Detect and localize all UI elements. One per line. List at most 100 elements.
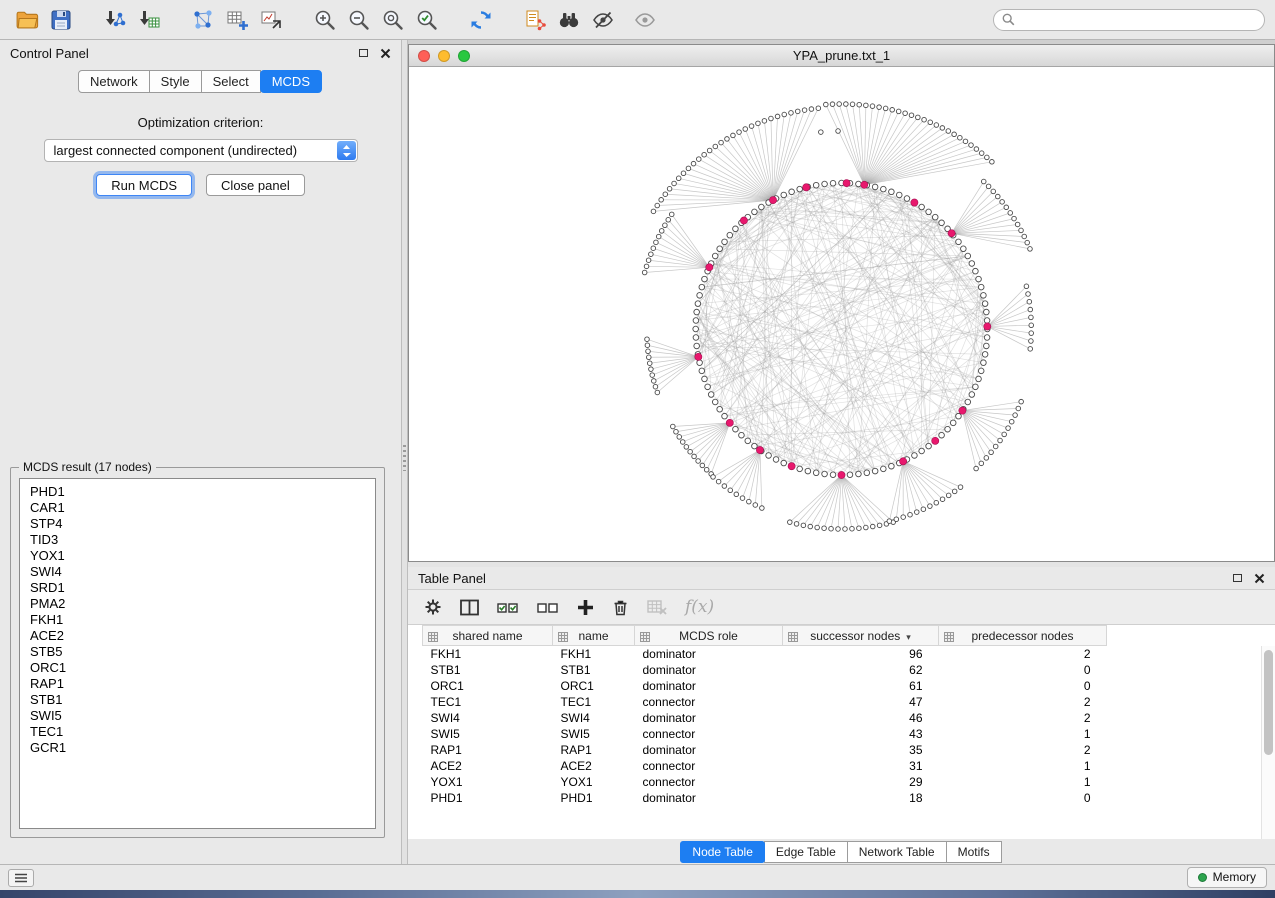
zoom-in-button[interactable] (308, 5, 342, 35)
tab-motifs[interactable]: Motifs (946, 841, 1002, 863)
node-table-row[interactable]: STB1STB1dominator620 (423, 662, 1107, 678)
node-table-row[interactable]: YOX1YOX1connector291 (423, 774, 1107, 790)
splitter-handle[interactable] (403, 445, 406, 471)
dropdown-stepper-icon (337, 141, 356, 160)
node-table-cell: PHD1 (423, 790, 553, 806)
find-button[interactable] (552, 5, 586, 35)
mcds-result-item[interactable]: SWI5 (20, 708, 375, 724)
memory-button[interactable]: Memory (1187, 867, 1267, 888)
chevron-down-icon[interactable]: ▾ (906, 632, 911, 642)
run-mcds-button[interactable]: Run MCDS (96, 174, 192, 196)
zoom-out-button[interactable] (342, 5, 376, 35)
mcds-result-item[interactable]: STB1 (20, 692, 375, 708)
node-table-row[interactable]: ORC1ORC1dominator610 (423, 678, 1107, 694)
open-session-button[interactable] (10, 5, 44, 35)
mcds-result-item[interactable]: TID3 (20, 532, 375, 548)
import-network-button[interactable] (98, 5, 132, 35)
mcds-result-item[interactable]: TEC1 (20, 724, 375, 740)
column-header-name[interactable]: name (553, 626, 635, 646)
hide-details-button[interactable] (586, 5, 620, 35)
column-header-mcds-role[interactable]: MCDS role (635, 626, 783, 646)
node-table-cell: STB1 (553, 662, 635, 678)
select-all-button[interactable] (497, 600, 519, 615)
mcds-result-item[interactable]: PHD1 (20, 484, 375, 500)
status-menu-button[interactable] (8, 869, 34, 887)
new-table-button[interactable] (220, 5, 254, 35)
mcds-result-item[interactable]: STB5 (20, 644, 375, 660)
node-table-row[interactable]: RAP1RAP1dominator352 (423, 742, 1107, 758)
export-image-button[interactable] (254, 5, 288, 35)
tab-edge-table[interactable]: Edge Table (764, 841, 848, 863)
export-document-button[interactable] (518, 5, 552, 35)
column-grid-icon (558, 631, 568, 645)
mcds-result-item[interactable]: STP4 (20, 516, 375, 532)
table-scrollbar-thumb[interactable] (1264, 650, 1273, 755)
node-table-row[interactable]: ACE2ACE2connector311 (423, 758, 1107, 774)
tab-network-table[interactable]: Network Table (847, 841, 947, 863)
mcds-result-list[interactable]: PHD1CAR1STP4TID3YOX1SWI4SRD1PMA2FKH1ACE2… (19, 478, 376, 829)
node-table-cell: dominator (635, 742, 783, 758)
node-table-cell: 1 (939, 726, 1107, 742)
window-close-button[interactable] (418, 50, 430, 62)
mcds-result-item[interactable]: YOX1 (20, 548, 375, 564)
mcds-result-item[interactable]: SRD1 (20, 580, 375, 596)
gear-button[interactable] (424, 598, 442, 616)
tab-select[interactable]: Select (201, 70, 261, 93)
tab-style[interactable]: Style (149, 70, 202, 93)
window-minimize-button[interactable] (438, 50, 450, 62)
deselect-all-button[interactable] (537, 600, 559, 615)
window-zoom-button[interactable] (458, 50, 470, 62)
zoom-fit-button[interactable] (376, 5, 410, 35)
network-canvas[interactable] (409, 67, 1274, 561)
table-scrollbar[interactable] (1261, 646, 1275, 839)
mcds-result-item[interactable]: SWI4 (20, 564, 375, 580)
column-header-shared-name[interactable]: shared name (423, 626, 553, 646)
floppy-disk-icon (49, 8, 73, 32)
save-session-button[interactable] (44, 5, 78, 35)
column-header-predecessor-nodes[interactable]: predecessor nodes (939, 626, 1107, 646)
close-panel-button[interactable]: Close panel (206, 174, 305, 196)
float-table-panel-icon[interactable] (1233, 574, 1242, 582)
criterion-dropdown[interactable]: largest connected component (undirected) (44, 139, 358, 162)
column-header-successor-nodes[interactable]: successor nodes▾ (783, 626, 939, 646)
mcds-result-item[interactable]: GCR1 (20, 740, 375, 756)
tab-node-table[interactable]: Node Table (680, 841, 765, 863)
node-table-cell: connector (635, 758, 783, 774)
main-toolbar (0, 0, 1275, 40)
column-settings-button[interactable] (460, 599, 479, 616)
show-details-button[interactable] (628, 5, 662, 35)
node-table-row[interactable]: TEC1TEC1connector472 (423, 694, 1107, 710)
column-grid-icon (788, 631, 798, 645)
delete-column-button[interactable] (612, 598, 629, 616)
float-panel-icon[interactable] (359, 49, 368, 57)
node-table-cell: SWI4 (423, 710, 553, 726)
node-table-row[interactable]: PHD1PHD1dominator180 (423, 790, 1107, 806)
mcds-result-item[interactable]: PMA2 (20, 596, 375, 612)
node-table-row[interactable]: SWI4SWI4dominator462 (423, 710, 1107, 726)
zoom-selected-button[interactable] (410, 5, 444, 35)
close-panel-icon[interactable] (380, 48, 391, 59)
node-table-cell: SWI5 (553, 726, 635, 742)
apply-layout-button[interactable] (464, 5, 498, 35)
mcds-result-item[interactable]: RAP1 (20, 676, 375, 692)
column-label: MCDS role (679, 629, 738, 643)
search-input[interactable] (1021, 13, 1256, 27)
delete-table-button[interactable] (647, 599, 667, 615)
mcds-result-item[interactable]: ORC1 (20, 660, 375, 676)
search-box[interactable] (993, 9, 1265, 31)
mcds-result-item[interactable]: FKH1 (20, 612, 375, 628)
close-table-panel-icon[interactable] (1254, 573, 1265, 584)
table-toolbar: f(x) (408, 589, 1275, 625)
mcds-result-item[interactable]: ACE2 (20, 628, 375, 644)
add-column-button[interactable] (577, 599, 594, 616)
tab-mcds[interactable]: MCDS (260, 70, 322, 93)
mcds-result-item[interactable]: CAR1 (20, 500, 375, 516)
node-table-row[interactable]: SWI5SWI5connector431 (423, 726, 1107, 742)
node-table-row[interactable]: FKH1FKH1dominator962 (423, 646, 1107, 662)
node-table-cell: 18 (783, 790, 939, 806)
tab-network[interactable]: Network (78, 70, 150, 93)
function-builder-button[interactable]: f(x) (685, 597, 714, 617)
import-table-button[interactable] (132, 5, 166, 35)
new-network-button[interactable] (186, 5, 220, 35)
vertical-splitter[interactable] (401, 40, 408, 864)
